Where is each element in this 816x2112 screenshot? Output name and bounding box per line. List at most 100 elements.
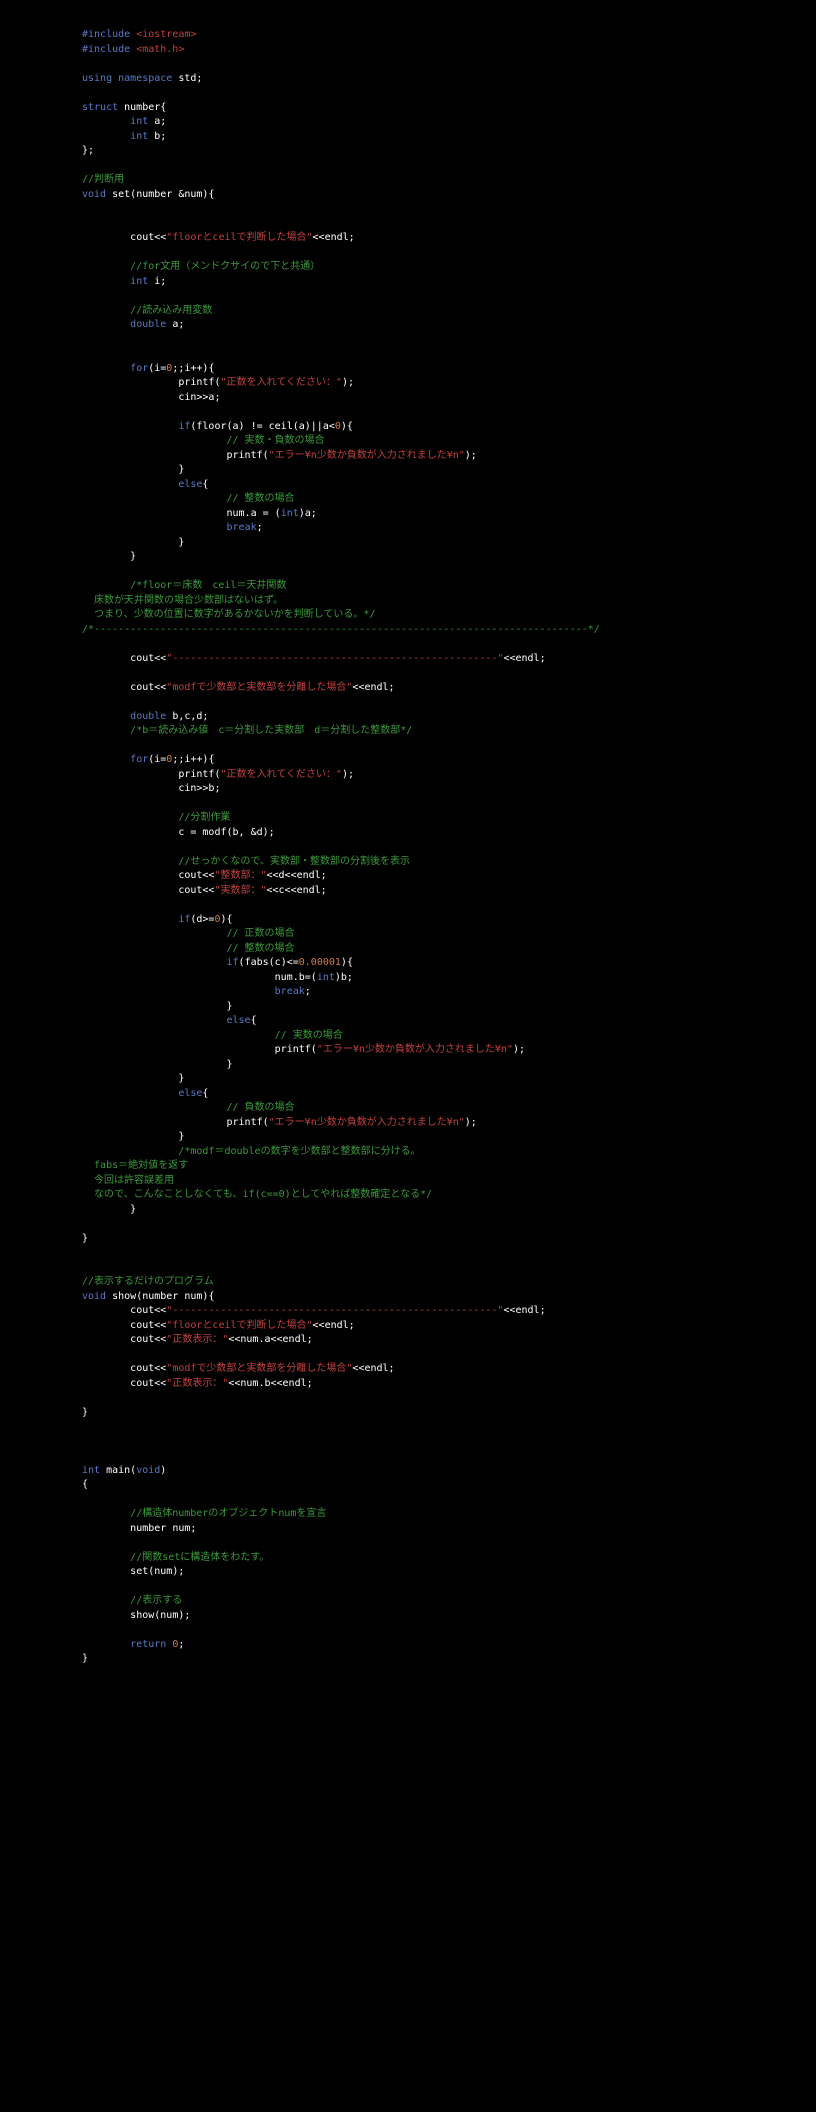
main-open: {	[82, 1479, 88, 1490]
printf-err-str-1: "エラー¥n少数か負数が入力されました¥n"	[269, 450, 465, 461]
else-open-3: {	[202, 1088, 208, 1099]
var-a: a;	[148, 116, 166, 127]
cout-str-1: "floorとceilで判断した場合"	[166, 232, 312, 243]
int-cast-1: int	[281, 508, 299, 519]
include-file-2: <math.h>	[136, 44, 184, 55]
if-d-outer-close: }	[178, 1073, 184, 1084]
fabs-close: }	[227, 1001, 233, 1012]
break-end-2: ;	[305, 986, 311, 997]
else-open-1: {	[202, 479, 208, 490]
double-kw-a: double	[130, 319, 166, 330]
if-floor-cond-end: ){	[341, 421, 353, 432]
break-kw-2: break	[275, 986, 305, 997]
printf-end-1: );	[342, 377, 354, 388]
if-floor-close: }	[178, 464, 184, 475]
printf-err-end-1: );	[465, 450, 477, 461]
var-b: b;	[148, 131, 166, 142]
comment-seisu-case: // 正数の場合	[227, 928, 295, 939]
include-file-1: <iostream>	[136, 29, 196, 40]
cout-modf-str: "modfで少数部と実数部を分離した場合"	[166, 682, 352, 693]
printf-err-1: printf(	[227, 450, 269, 461]
set-call: set(num);	[130, 1566, 184, 1577]
cin-b: cin>>b;	[178, 783, 220, 794]
num-a-assign: num.a = (	[227, 508, 281, 519]
comment-fusu-case: // 負数の場合	[227, 1102, 295, 1113]
show-cout-floor-str: "floorとceilで判断した場合"	[166, 1320, 312, 1331]
printf-str-2: "正数を入れてください："	[220, 769, 341, 780]
if-floor-cond: (floor(a) != ceil(a)||a<	[190, 421, 335, 432]
set-func-close: }	[82, 1233, 88, 1244]
show-cout-b-post: <<num.b<<endl;	[228, 1378, 312, 1389]
for-cond-2b: ;;i++){	[172, 754, 214, 765]
printf-err-str-3: "エラー¥n少数か負数が入力されました¥n"	[269, 1117, 465, 1128]
return-val: 0	[166, 1639, 178, 1650]
printf-err-str-2: "エラー¥n少数か負数が入力されました¥n"	[317, 1044, 513, 1055]
show-cout-floor-pre: cout<<	[130, 1320, 166, 1331]
comment-hyoji-2: //表示する	[130, 1595, 182, 1606]
show-cout-modf-str: "modfで少数部と実数部を分離した場合"	[166, 1363, 352, 1374]
using-namespace-kw: using namespace	[82, 73, 178, 84]
comment-sekkaku: //せっかくなので、実数部・整数部の分割後を表示	[178, 856, 410, 867]
cout-modf-post: <<endl;	[352, 682, 394, 693]
show-cout-b-pre: cout<<	[130, 1378, 166, 1389]
comment-bunkatsu: //分割作業	[178, 812, 230, 823]
num-decl: number num;	[130, 1523, 196, 1534]
var-i: i;	[148, 276, 166, 287]
modf-line: c = modf(b, &d);	[178, 827, 274, 838]
num-b-end: )b;	[335, 972, 353, 983]
comment-hanbetsu: //判断用	[82, 174, 124, 185]
return-end: ;	[178, 1639, 184, 1650]
cout-jissu-str: "実数部："	[214, 885, 266, 896]
break-end-1: ;	[257, 522, 263, 533]
comment-for: //for文用（メンドクサイので下と共通）	[130, 261, 320, 272]
var-bcd: b,c,d;	[166, 711, 208, 722]
cout-seisu-str: "整数部："	[214, 870, 266, 881]
preproc-include-1: #include	[82, 29, 136, 40]
struct-kw: struct	[82, 102, 118, 113]
for-cond-2a: (i=	[148, 754, 166, 765]
code-block: #include <iostream> #include <math.h> us…	[0, 0, 816, 1667]
int-kw-a: int	[130, 116, 148, 127]
for-kw-2: for	[130, 754, 148, 765]
comment-hyoji: //表示するだけのプログラム	[82, 1276, 214, 1287]
printf-err-end-2: );	[513, 1044, 525, 1055]
for2-close: }	[130, 1204, 136, 1215]
for1-close: }	[130, 551, 136, 562]
show-cout-sep-pre: cout<<	[130, 1305, 166, 1316]
else-close-2: }	[227, 1059, 233, 1070]
void-kw-main: void	[136, 1465, 160, 1476]
show-cout-a-pre: cout<<	[130, 1334, 166, 1345]
var-double-a: a;	[166, 319, 184, 330]
comment-kansu: //関数setに構造体をわたす。	[130, 1552, 269, 1563]
fabs-cond: (fabs(c)<=	[239, 957, 299, 968]
cout-modf-pre: cout<<	[130, 682, 166, 693]
cout-sep-pre: cout<<	[130, 653, 166, 664]
for-kw-1: for	[130, 363, 148, 374]
if-d-cond: (d>=	[190, 914, 214, 925]
preproc-include-2: #include	[82, 44, 136, 55]
else-kw-1: else	[178, 479, 202, 490]
comment-modf-exp: /*modf＝doubleの数字を少数部と整数部に分ける。 fabs＝絶対値を返…	[82, 1146, 432, 1201]
else-close-3: }	[178, 1131, 184, 1142]
cout-jissu-pre: cout<<	[178, 885, 214, 896]
num-b-assign: num.b=(	[275, 972, 317, 983]
if-d-cond-end: ){	[221, 914, 233, 925]
main-close: }	[82, 1653, 88, 1664]
int-cast-2: int	[317, 972, 335, 983]
cout-pre-1: cout<<	[130, 232, 166, 243]
int-kw-main: int	[82, 1465, 100, 1476]
comment-kouzou: //構造体numberのオブジェクトnumを宣言	[130, 1508, 326, 1519]
show-cout-sep-post: <<endl;	[503, 1305, 545, 1316]
double-kw-bcd: double	[130, 711, 166, 722]
void-kw-show: void	[82, 1291, 106, 1302]
show-cout-b-str: "正数表示："	[166, 1378, 228, 1389]
main-name: main(	[100, 1465, 136, 1476]
show-call: show(num);	[130, 1610, 190, 1621]
comment-seisu-case2: // 整数の場合	[227, 943, 295, 954]
comment-jissu-fusu: // 実数・負数の場合	[227, 435, 325, 446]
printf-1: printf(	[178, 377, 220, 388]
cout-post-1: <<endl;	[313, 232, 355, 243]
comment-yomi: //読み込み用変数	[130, 305, 212, 316]
printf-str-1: "正数を入れてください："	[220, 377, 341, 388]
main-name-end: )	[160, 1465, 166, 1476]
